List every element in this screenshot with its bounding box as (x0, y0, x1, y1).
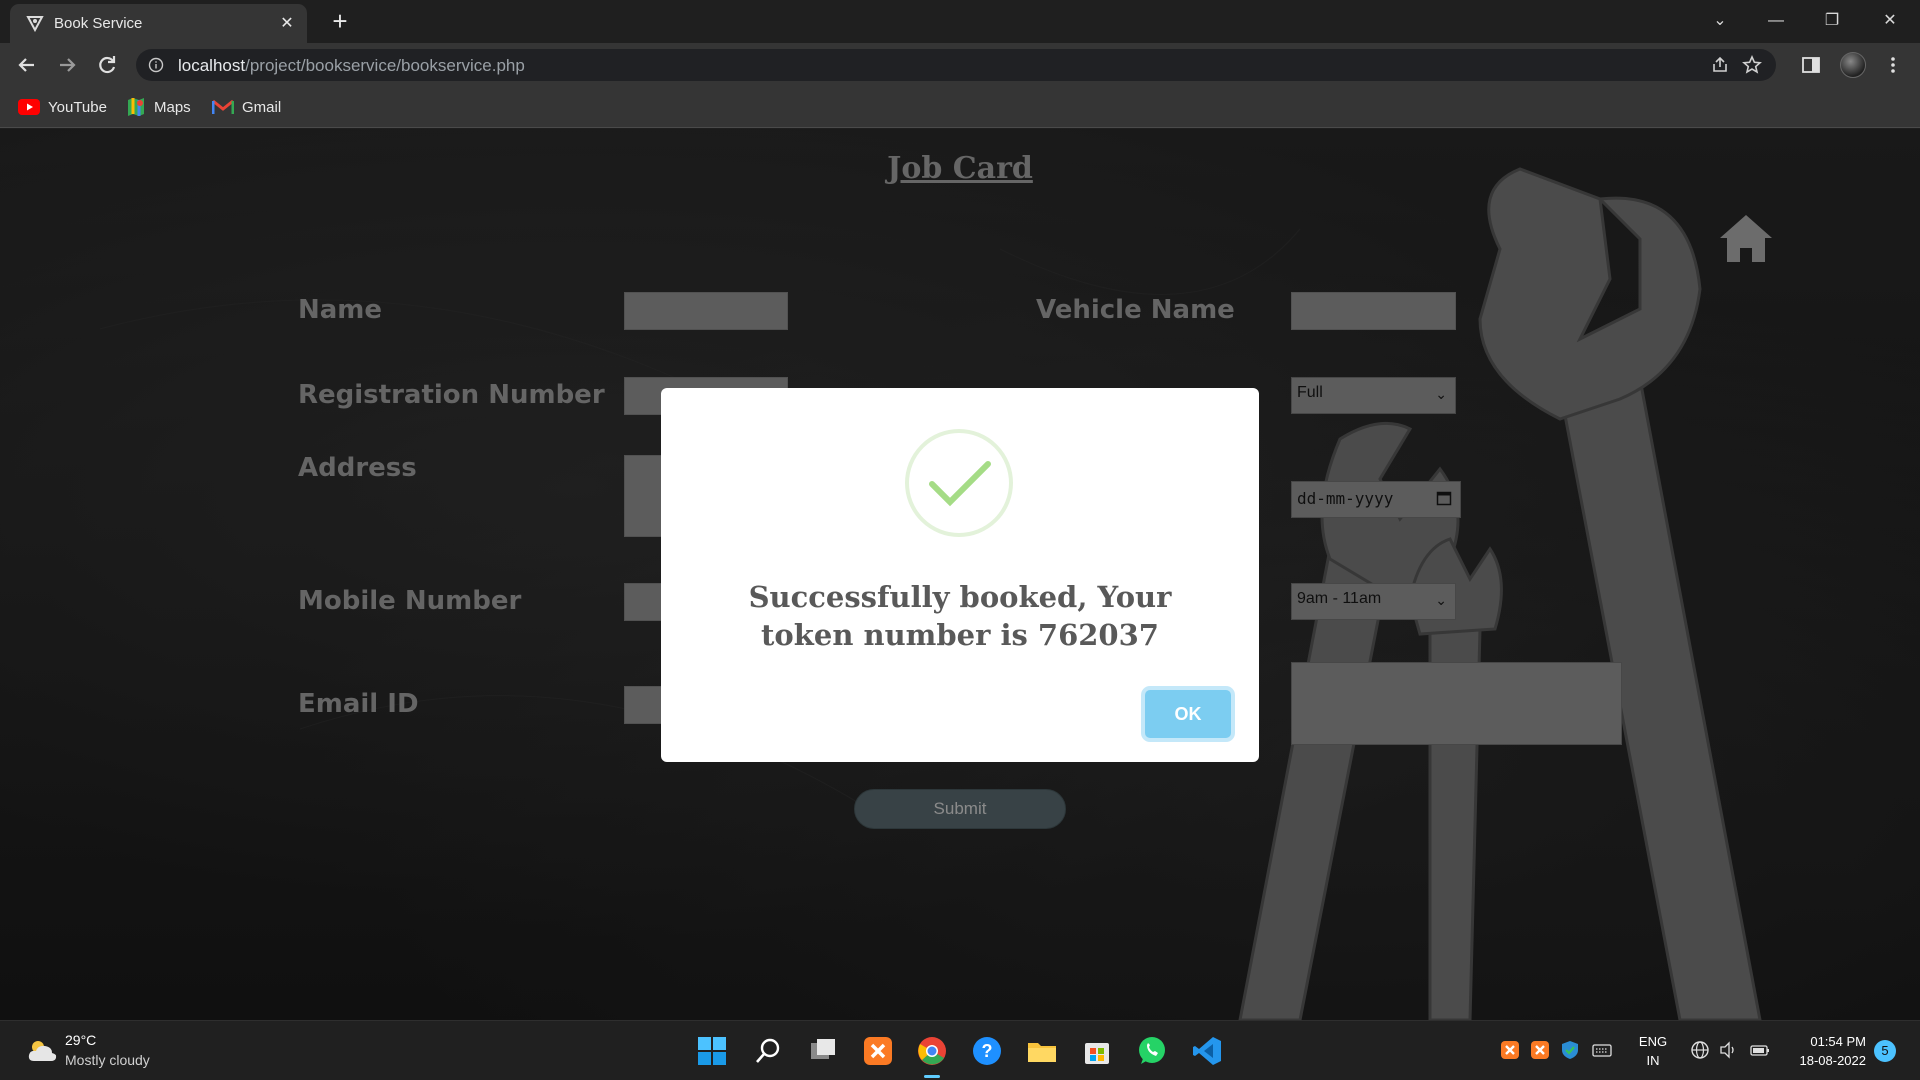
bookmark-youtube[interactable]: YouTube (18, 96, 107, 118)
favicon-icon (26, 16, 44, 32)
network-globe-icon[interactable] (1690, 1040, 1710, 1060)
active-app-indicator (924, 1075, 940, 1078)
notification-badge[interactable]: 5 (1874, 1040, 1896, 1062)
bookmark-label: YouTube (48, 98, 107, 116)
bookmarks-bar: YouTube Maps Gmail (0, 87, 1920, 128)
restore-icon[interactable]: ❐ (1812, 6, 1852, 36)
url-text: localhost/project/bookservice/bookservic… (178, 56, 525, 75)
gmail-icon (212, 99, 234, 114)
site-info-icon[interactable] (148, 57, 164, 73)
minimize-icon[interactable]: — (1756, 6, 1796, 36)
svg-text:?: ? (982, 1041, 993, 1061)
cloud-weather-icon[interactable] (26, 1037, 58, 1063)
xampp-icon[interactable] (862, 1035, 894, 1067)
security-shield-icon[interactable] (1560, 1040, 1580, 1060)
windows-taskbar: 29°C Mostly cloudy ? ENG IN 01:54 PM 18-… (0, 1020, 1920, 1080)
dialog-message: Successfully booked, Your token number i… (748, 580, 1172, 652)
share-icon[interactable] (1710, 55, 1730, 75)
tab-book-service[interactable]: Book Service ✕ (10, 4, 307, 43)
keyboard-icon[interactable] (1592, 1040, 1612, 1060)
success-check-icon (905, 429, 1013, 537)
maps-icon (128, 98, 144, 116)
profile-avatar[interactable] (1840, 52, 1866, 78)
tab-search-icon[interactable]: ⌄ (1700, 6, 1740, 36)
volume-icon[interactable] (1718, 1040, 1738, 1060)
help-icon[interactable]: ? (971, 1035, 1003, 1067)
menu-kebab-icon[interactable] (1882, 54, 1904, 76)
bookmark-label: Gmail (242, 98, 282, 116)
file-explorer-icon[interactable] (1026, 1035, 1058, 1067)
reload-icon[interactable] (92, 50, 122, 80)
search-icon[interactable] (752, 1035, 784, 1067)
back-icon[interactable] (12, 50, 42, 80)
xampp-tray-icon[interactable] (1500, 1040, 1520, 1060)
chrome-icon[interactable] (916, 1035, 948, 1067)
weather-temperature: 29°C (65, 1032, 97, 1048)
vscode-icon[interactable] (1191, 1035, 1223, 1067)
tab-close-icon[interactable]: ✕ (275, 12, 299, 36)
windows-start-icon[interactable] (696, 1035, 728, 1067)
success-dialog: Successfully booked, Your token number i… (661, 388, 1259, 762)
system-clock[interactable]: 01:54 PM 18-08-2022 (1786, 1032, 1867, 1070)
address-bar[interactable]: localhost/project/bookservice/bookservic… (136, 49, 1776, 81)
whatsapp-icon[interactable] (1136, 1035, 1168, 1067)
bookmark-maps[interactable]: Maps (126, 96, 191, 118)
youtube-icon (18, 99, 40, 115)
weather-description: Mostly cloudy (65, 1052, 150, 1068)
xampp-tray-icon[interactable] (1530, 1040, 1550, 1060)
input-language[interactable]: ENG IN (1638, 1032, 1668, 1070)
bookmark-star-icon[interactable] (1742, 55, 1762, 75)
tab-title: Book Service (54, 15, 143, 32)
side-panel-icon[interactable] (1800, 54, 1822, 76)
forward-icon[interactable] (52, 50, 82, 80)
browser-toolbar: localhost/project/bookservice/bookservic… (0, 43, 1920, 87)
tab-strip: Book Service ✕ + ⌄ — ❐ ✕ (0, 0, 1920, 43)
bookmark-label: Maps (154, 98, 191, 116)
task-view-icon[interactable] (807, 1035, 839, 1067)
close-window-icon[interactable]: ✕ (1870, 6, 1910, 36)
ok-button[interactable]: OK (1145, 690, 1231, 738)
bookmark-gmail[interactable]: Gmail (212, 96, 281, 118)
battery-icon[interactable] (1750, 1040, 1770, 1060)
new-tab-icon[interactable]: + (326, 8, 354, 36)
microsoft-store-icon[interactable] (1081, 1035, 1113, 1067)
